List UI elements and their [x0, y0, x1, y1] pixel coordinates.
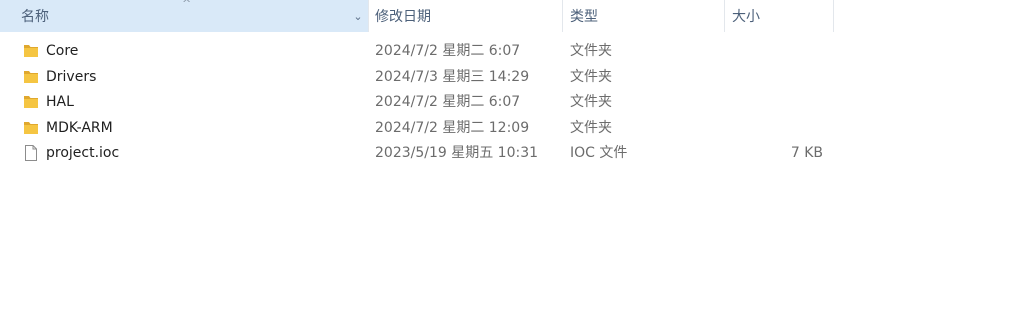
file-name: project.ioc [46, 145, 120, 162]
file-name: Drivers [46, 68, 97, 85]
file-list: Core 2024/7/2 星期二 6:07 文件夹 Drivers 2024/… [0, 38, 1024, 166]
file-list-view: 名称 ^ ⌄ 修改日期 类型 大小 Core 2024/7/2 星期二 6:07… [0, 0, 1024, 311]
file-type: IOC 文件 [570, 145, 628, 162]
file-name: HAL [46, 94, 74, 111]
list-item[interactable]: project.ioc 2023/5/19 星期五 10:31 IOC 文件 7… [0, 140, 1024, 166]
file-size [725, 64, 823, 90]
column-header-size-label: 大小 [732, 9, 760, 25]
column-header-bar: 名称 ^ ⌄ 修改日期 类型 大小 [0, 0, 1024, 33]
list-item[interactable]: Core 2024/7/2 星期二 6:07 文件夹 [0, 38, 1024, 64]
file-type: 文件夹 [570, 119, 612, 136]
folder-icon [24, 70, 38, 83]
folder-icon [24, 45, 38, 57]
list-item[interactable]: HAL 2024/7/2 星期二 6:07 文件夹 [0, 89, 1024, 115]
column-divider[interactable] [833, 0, 834, 32]
file-type: 文件夹 [570, 68, 612, 85]
list-item[interactable]: MDK-ARM 2024/7/2 星期二 12:09 文件夹 [0, 115, 1024, 141]
file-type: 文件夹 [570, 43, 612, 59]
file-date: 2024/7/2 星期二 6:07 [375, 43, 521, 59]
list-item[interactable]: Drivers 2024/7/3 星期三 14:29 文件夹 [0, 64, 1024, 90]
file-date: 2023/5/19 星期五 10:31 [375, 145, 539, 162]
column-header-type[interactable]: 类型 [563, 0, 724, 32]
file-size [725, 38, 823, 64]
folder-icon [24, 96, 38, 109]
file-size [725, 115, 823, 141]
column-header-date-label: 修改日期 [375, 9, 431, 25]
file-date: 2024/7/2 星期二 12:09 [375, 119, 530, 136]
file-type: 文件夹 [570, 94, 612, 111]
column-header-type-label: 类型 [570, 9, 598, 25]
chevron-down-icon[interactable]: ⌄ [350, 0, 366, 32]
file-date: 2024/7/2 星期二 6:07 [375, 94, 521, 111]
column-header-date[interactable]: 修改日期 [369, 0, 562, 32]
sort-ascending-icon: ^ [182, 0, 192, 10]
folder-icon [24, 121, 38, 134]
file-name: Core [46, 43, 79, 59]
file-size [725, 89, 823, 115]
file-icon [25, 145, 37, 162]
column-header-size[interactable]: 大小 [725, 0, 833, 32]
file-name: MDK-ARM [46, 119, 113, 136]
file-size: 7 KB [790, 145, 823, 162]
file-date: 2024/7/3 星期三 14:29 [375, 68, 530, 85]
column-header-name-label: 名称 [21, 9, 49, 25]
